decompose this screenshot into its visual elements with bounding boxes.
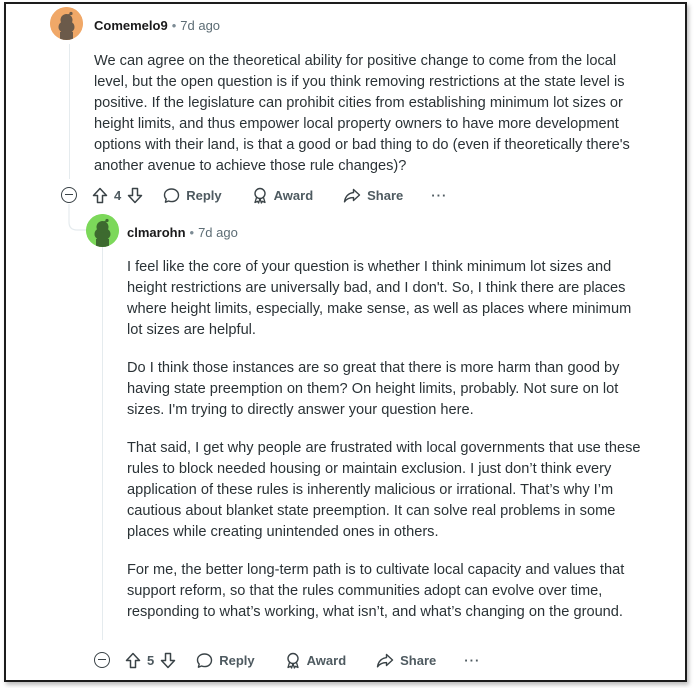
downvote-icon [160,652,176,668]
action-bar: 5 Reply Award Share ··· [125,648,480,672]
separator-dot: • [189,225,195,240]
snoo-avatar-icon [86,214,119,247]
award-button[interactable]: Award [252,187,314,204]
separator-dot: • [171,18,177,33]
award-label: Award [306,652,347,668]
reply-button[interactable]: Reply [196,652,255,669]
avatar[interactable] [50,7,83,40]
comment-paragraph: I feel like the core of your question is… [127,259,632,338]
award-icon [253,187,266,204]
comment-paragraph: We can agree on the theoretical ability … [94,53,630,174]
award-icon [286,652,299,669]
comment-paragraph: Do I think those instances are so great … [127,360,620,418]
comment-header: clmarohn • 7d ago [127,225,238,240]
collapse-button[interactable] [61,187,77,203]
downvote-button[interactable] [160,652,176,669]
vote-score: 4 [114,187,122,203]
more-options-button[interactable]: ··· [464,653,480,668]
upvote-button[interactable] [92,187,108,204]
reply-icon [197,652,213,668]
author-name[interactable]: Comemelo9 [94,18,168,33]
vote-score: 5 [147,652,155,668]
reply-icon [164,187,180,203]
action-bar: 4 Reply Award Share ··· [92,183,447,207]
reply-label: Reply [186,187,222,203]
comment-paragraph: That said, I get why people are frustrat… [127,440,641,540]
reply-label: Reply [219,652,255,668]
share-label: Share [367,187,404,203]
more-options-icon: ··· [464,652,481,668]
share-button[interactable]: Share [343,187,403,204]
comment-body: We can agree on the theoretical ability … [94,51,654,194]
timestamp[interactable]: 7d ago [198,225,238,240]
award-button[interactable]: Award [285,652,347,669]
share-icon [343,188,361,202]
upvote-icon [125,652,141,668]
thread-line[interactable] [102,247,103,640]
snoo-avatar-icon [50,7,83,40]
more-options-icon: ··· [431,187,448,203]
award-label: Award [273,187,314,203]
share-icon [376,653,394,667]
thread-line[interactable] [69,44,70,179]
timestamp[interactable]: 7d ago [180,18,220,33]
comment-paragraph: For me, the better long-term path is to … [127,562,625,620]
more-options-button[interactable]: ··· [431,188,447,203]
avatar[interactable] [86,214,119,247]
share-label: Share [400,652,437,668]
comment-thread: Comemelo9 • 7d ago We can agree on the t… [4,2,687,682]
comment-header: Comemelo9 • 7d ago [94,18,220,33]
author-name[interactable]: clmarohn [127,225,186,240]
comment-body: I feel like the core of your question is… [127,257,642,640]
downvote-icon [127,187,143,203]
upvote-button[interactable] [125,652,141,669]
upvote-icon [92,187,108,203]
collapse-button[interactable] [94,652,110,668]
share-button[interactable]: Share [376,652,436,669]
downvote-button[interactable] [127,187,143,204]
reply-button[interactable]: Reply [163,187,222,204]
